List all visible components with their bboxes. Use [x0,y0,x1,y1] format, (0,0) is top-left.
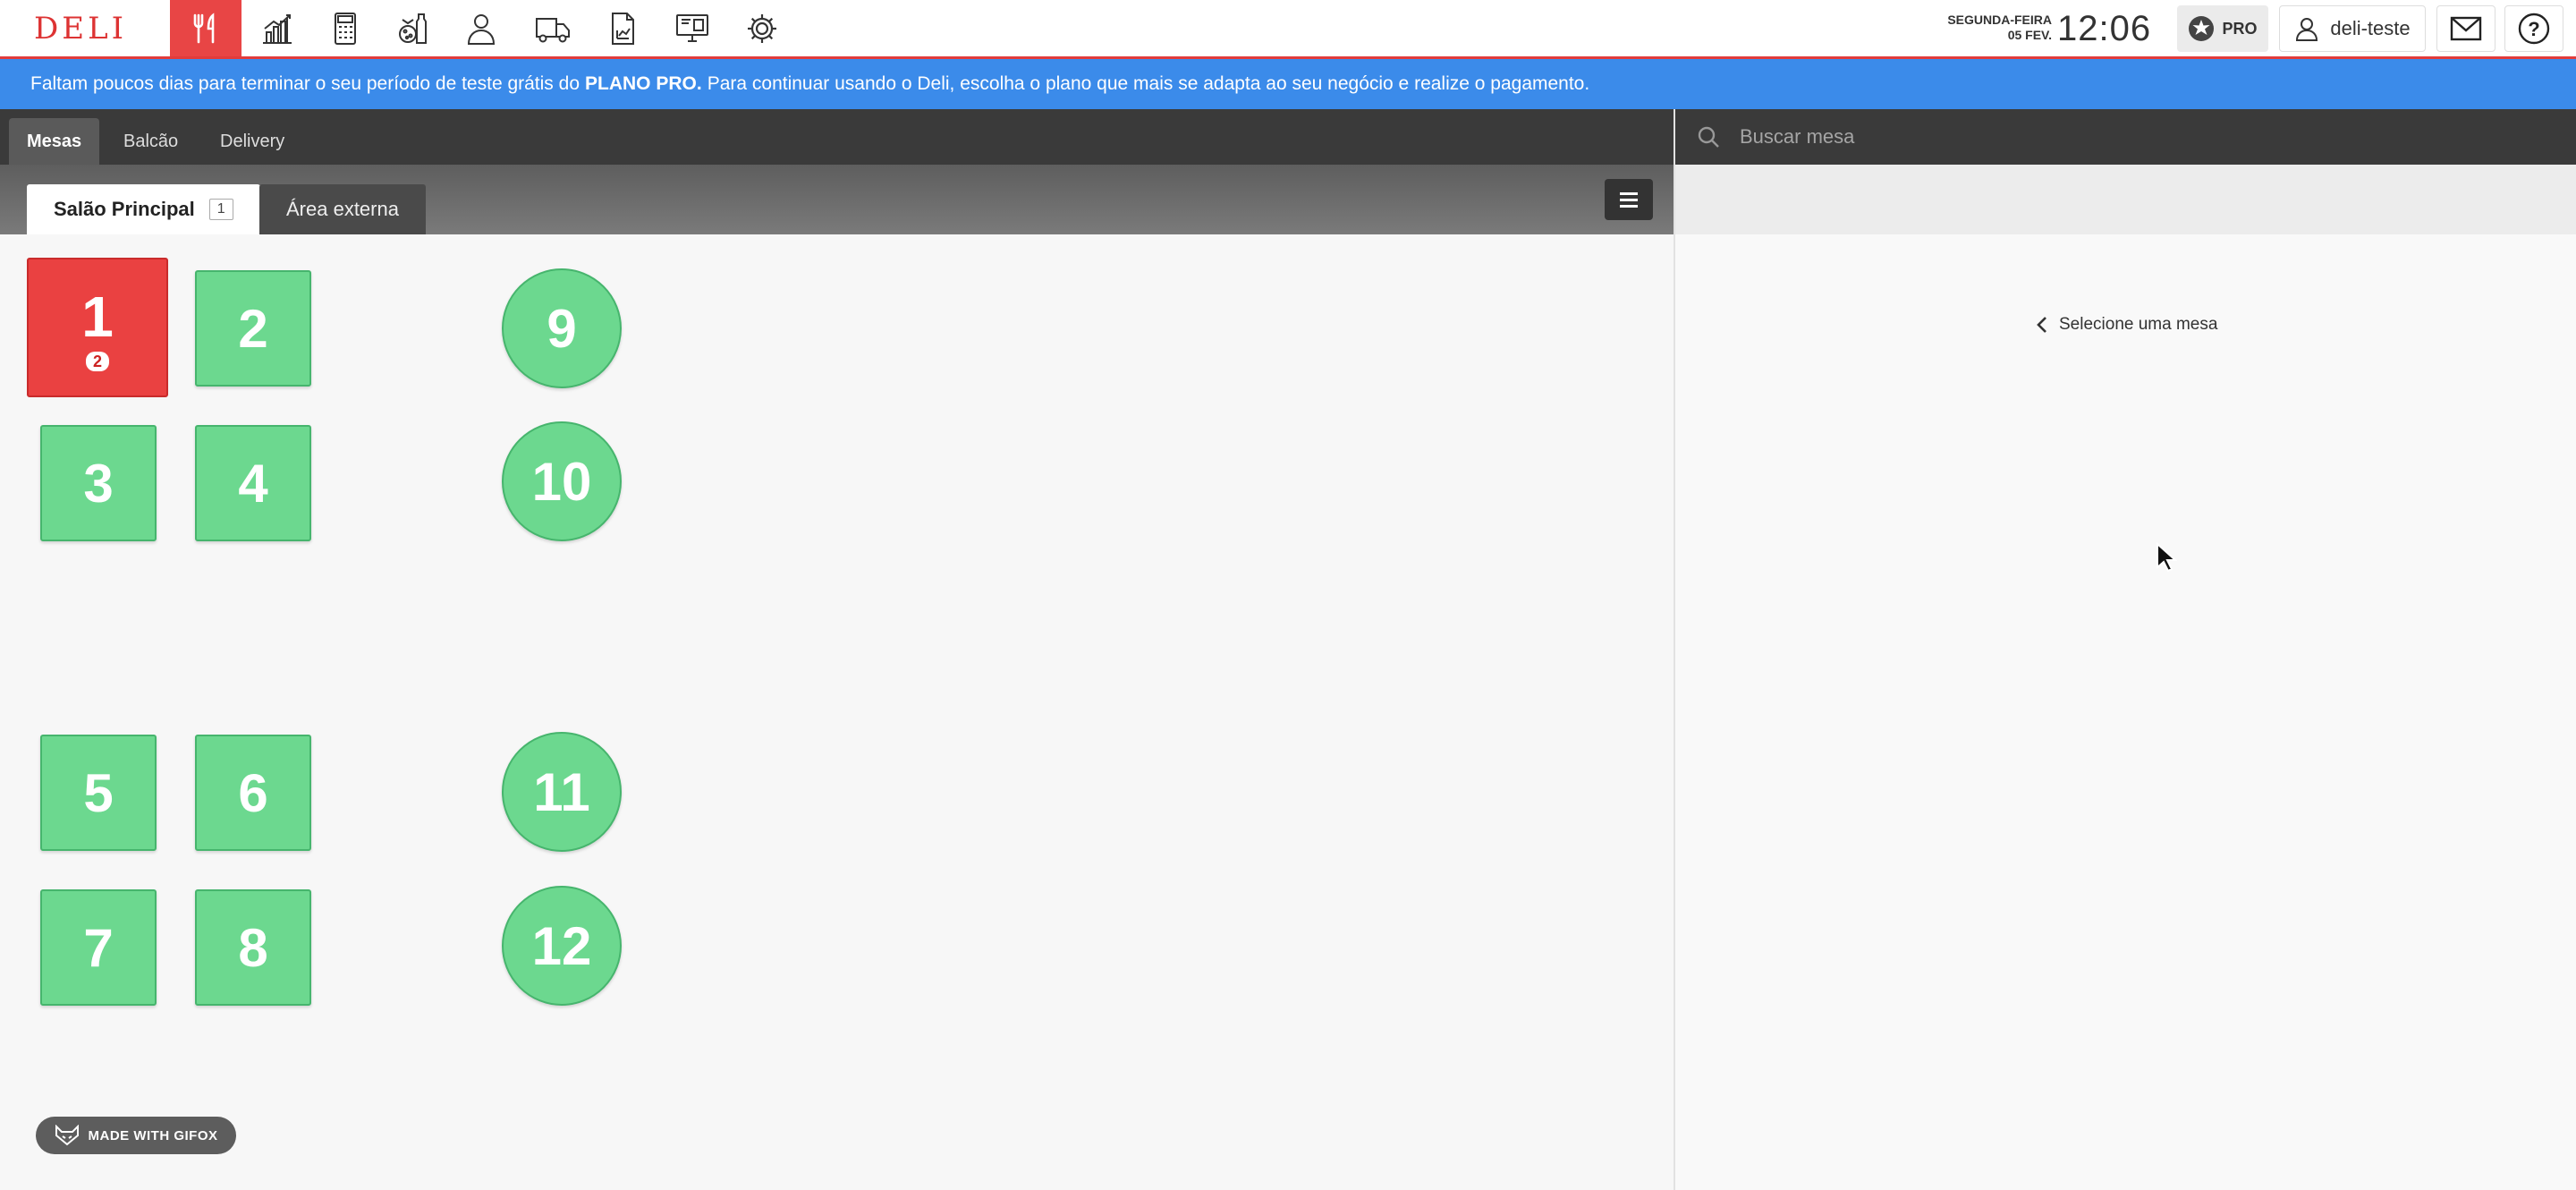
deli-logo[interactable]: DELI [34,9,127,48]
user-icon [2296,18,2318,41]
top-navbar: DELI SEGUNDA-FEIRA 05 FEV. 12:06 PRO del… [0,0,2576,59]
detail-toolbar [1675,165,2576,234]
banner-text-after: Para continuar usando o Deli, escolha o … [707,73,1590,94]
area-menu-button[interactable] [1605,179,1653,220]
user-menu-button[interactable]: deli-teste [2279,5,2426,52]
guest-count-badge: 2 [85,352,109,371]
watermark-label: MADE WITH GIFOX [88,1127,218,1143]
tab-salao-principal[interactable]: Salão Principal 1 [27,184,260,234]
select-hint-label: Selecione uma mesa [2059,315,2218,334]
pro-badge-icon [2189,16,2215,41]
area-count-badge: 1 [208,199,233,220]
gifox-watermark: MADE WITH GIFOX [36,1117,236,1154]
table-11[interactable]: 11 [502,732,622,852]
date-label: 05 FEV. [2007,28,2052,42]
table-1[interactable]: 1 2 [27,258,168,397]
tab-delivery[interactable]: Delivery [202,118,302,165]
mouse-cursor-icon [2157,542,2177,573]
table-8[interactable]: 8 [195,889,311,1006]
gear-icon[interactable] [726,0,798,56]
select-table-hint: Selecione uma mesa [2036,315,2217,335]
monitor-icon[interactable] [657,0,728,56]
help-icon: ? [2518,13,2550,45]
svg-text:?: ? [2528,18,2539,40]
chart-icon[interactable] [242,0,313,56]
area-tabs: Salão Principal 1 Área externa [0,165,1674,234]
table-7[interactable]: 7 [40,889,157,1006]
tab-mesas[interactable]: Mesas [9,118,100,165]
calculator-icon[interactable] [309,0,381,56]
table-number: 1 [81,285,114,349]
hamburger-icon [1620,192,1638,208]
mode-tabs: Mesas Balcão Delivery [0,109,1674,165]
delivery-truck-icon[interactable] [517,0,589,56]
pro-plan-button[interactable]: PRO [2177,5,2268,52]
restaurant-icon[interactable] [170,0,242,56]
search-icon [1698,126,1719,148]
table-10[interactable]: 10 [502,421,622,541]
banner-text-before: Faltam poucos dias para terminar o seu p… [30,73,580,94]
chevron-left-icon [2037,317,2046,333]
messages-button[interactable] [2436,5,2496,52]
current-date: SEGUNDA-FEIRA 05 FEV. [1932,13,2052,43]
table-5[interactable]: 5 [40,735,157,851]
username-label: deli-teste [2330,17,2411,39]
table-12[interactable]: 12 [502,886,622,1006]
search-input[interactable] [1738,124,2457,149]
fox-icon [55,1125,79,1146]
table-detail-panel [1675,234,2576,1190]
pro-label: PRO [2222,19,2258,38]
report-icon[interactable] [587,0,658,56]
table-2[interactable]: 2 [195,270,311,387]
table-search-bar [1675,109,2576,165]
clock: 12:06 [2057,9,2152,48]
trial-banner: Faltam poucos dias para terminar o seu p… [0,59,2576,109]
user-icon[interactable] [445,0,517,56]
mail-icon [2450,16,2482,41]
tab-area-externa[interactable]: Área externa [259,184,426,234]
help-button[interactable]: ? [2504,5,2563,52]
weekday-label: SEGUNDA-FEIRA [1947,13,2052,27]
table-3[interactable]: 3 [40,425,157,541]
table-9[interactable]: 9 [502,268,622,388]
banner-plan-name: PLANO PRO. [585,73,702,94]
area-label: Salão Principal [54,198,195,220]
tab-balcao[interactable]: Balcão [106,118,196,165]
table-4[interactable]: 4 [195,425,311,541]
products-icon[interactable] [377,0,449,56]
table-6[interactable]: 6 [195,735,311,851]
